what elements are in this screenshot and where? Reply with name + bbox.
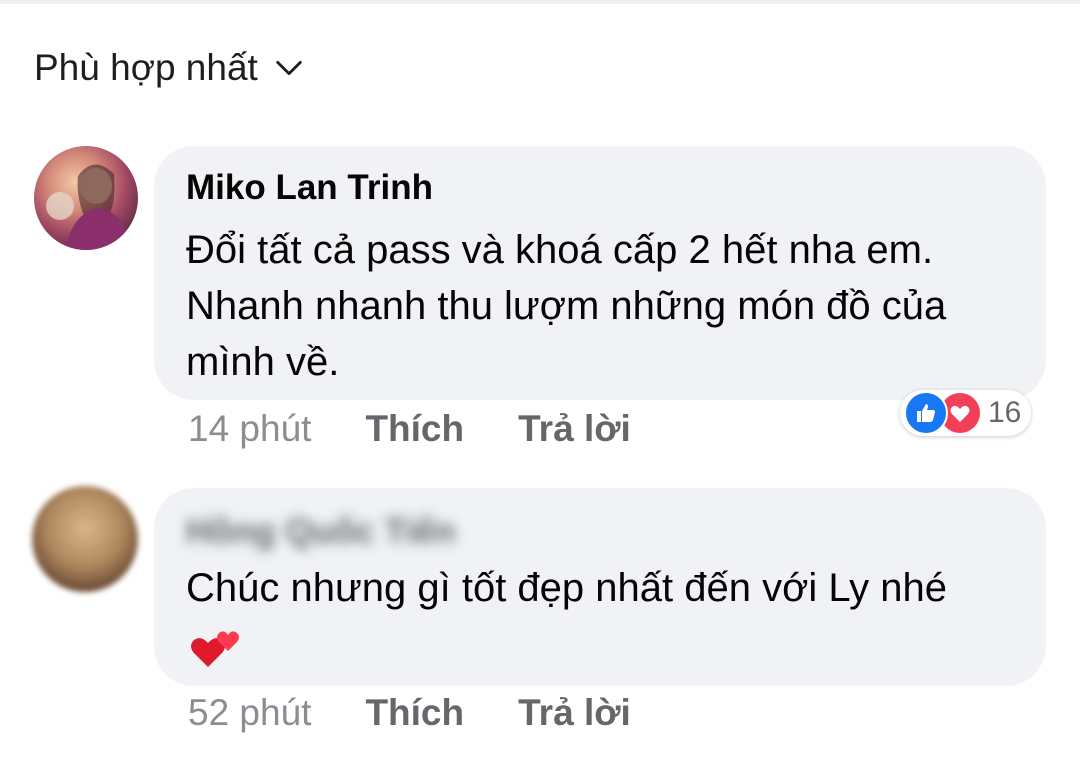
reaction-count: 16 [988, 396, 1022, 429]
sort-dropdown[interactable]: Phù hợp nhất [34, 44, 306, 92]
comment-author[interactable]: Miko Lan Trinh [186, 168, 433, 208]
chevron-down-icon [276, 60, 302, 76]
avatar[interactable] [32, 486, 138, 592]
comment-actions: 52 phút Thích Trả lời [188, 692, 631, 734]
comment-text: Chúc nhưng gì tốt đẹp nhất đến với Ly nh… [186, 560, 1006, 672]
comment-timestamp[interactable]: 52 phút [188, 692, 311, 734]
reaction-summary[interactable]: 16 [900, 390, 1032, 436]
comment-author[interactable]: Hồng Quốc Tiến [186, 512, 456, 552]
avatar-photo [46, 164, 130, 250]
top-divider [0, 0, 1080, 4]
comment-bubble: Miko Lan Trinh Đổi tất cả pass và khoá c… [154, 146, 1046, 400]
comment-bubble: Hồng Quốc Tiến Chúc nhưng gì tốt đẹp nhấ… [154, 488, 1046, 686]
comment-text: Đổi tất cả pass và khoá cấp 2 hết nha em… [186, 228, 947, 384]
comment-actions: 14 phút Thích Trả lời [188, 408, 631, 450]
avatar[interactable] [34, 146, 138, 250]
like-button[interactable]: Thích [365, 408, 464, 450]
comment-timestamp[interactable]: 14 phút [188, 408, 311, 450]
comments-panel: Phù hợp nhất Miko Lan Trinh Đổi tất cả p… [0, 0, 1080, 765]
like-button[interactable]: Thích [365, 692, 464, 734]
reply-button[interactable]: Trả lời [518, 408, 631, 450]
like-icon [904, 391, 948, 435]
two-hearts-icon [191, 631, 239, 668]
reply-button[interactable]: Trả lời [518, 692, 631, 734]
comment-text-body: Chúc nhưng gì tốt đẹp nhất đến với Ly nh… [186, 566, 947, 610]
sort-label: Phù hợp nhất [34, 47, 258, 88]
